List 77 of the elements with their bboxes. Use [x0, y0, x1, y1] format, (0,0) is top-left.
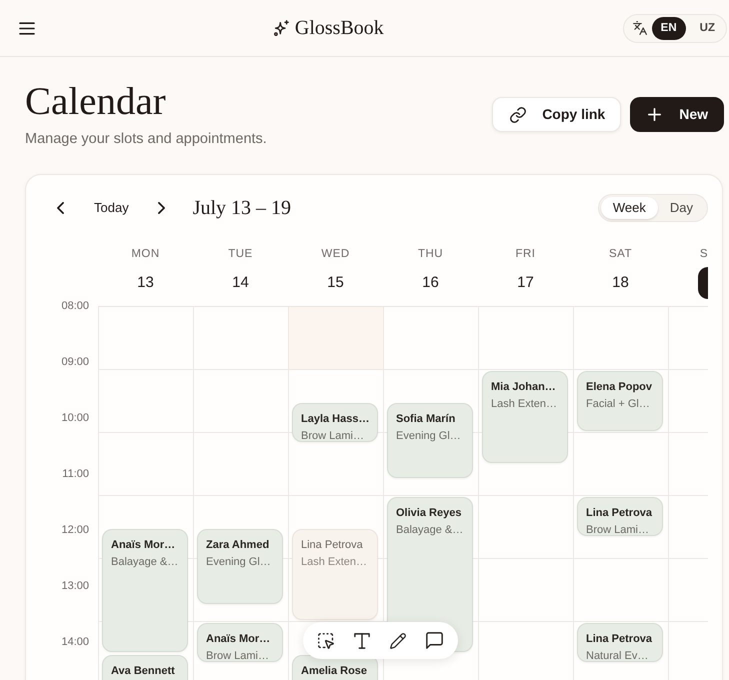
- day-date: 16: [422, 273, 439, 293]
- text-icon[interactable]: [354, 632, 370, 648]
- pencil-icon[interactable]: [390, 632, 406, 648]
- comment-icon[interactable]: [426, 632, 443, 649]
- client-name: Anaïs Mor…: [111, 538, 176, 552]
- view-tab[interactable]: Week: [600, 197, 658, 219]
- service-name: Lash Exten…: [301, 554, 368, 568]
- client-name: Elena Popov: [586, 380, 652, 394]
- appointment-card[interactable]: Lina Petrova Brow Lami…: [577, 497, 663, 536]
- chevron-left-icon: [56, 202, 64, 214]
- day-name: S: [700, 247, 708, 261]
- appointment-card[interactable]: Layla Hass… Brow Lami…: [292, 402, 378, 442]
- page-title: Calendar: [25, 80, 167, 123]
- appointment-card[interactable]: Sofia Marín Evening Gl…: [387, 402, 473, 478]
- service-name: Brow Lami…: [301, 428, 364, 441]
- appointment-card[interactable]: Lina Petrova Natural Ev…: [577, 623, 663, 662]
- time-label: 10:00: [61, 411, 89, 425]
- menu-icon[interactable]: [19, 22, 35, 34]
- service-name: Evening Gl…: [396, 428, 461, 442]
- time-label: 08:00: [61, 299, 89, 313]
- appointment-card[interactable]: Anaïs Mor… Brow Lami…: [197, 623, 283, 662]
- day-date: 14: [232, 273, 249, 293]
- client-name: Mia Johan…: [491, 380, 556, 394]
- chevron-right-icon: [158, 202, 166, 214]
- day-name: FRI: [516, 247, 536, 261]
- client-name: Lina Petrova: [586, 632, 652, 646]
- time-label: 13:00: [61, 579, 89, 593]
- client-name: Layla Hass…: [301, 412, 370, 426]
- day-name: SAT: [609, 247, 632, 261]
- view-tab[interactable]: Day: [658, 197, 705, 219]
- service-name: Brow Lami…: [206, 649, 269, 662]
- client-name: Ava Bennett: [111, 664, 175, 678]
- service-name: Balayage &…: [396, 523, 464, 537]
- day-date: 15: [327, 273, 344, 293]
- client-name: Olivia Reyes: [396, 506, 462, 520]
- new-button[interactable]: New: [630, 97, 724, 132]
- day-date: 13: [137, 273, 154, 293]
- language-option[interactable]: UZ: [690, 16, 724, 40]
- service-name: Natural Ev…: [586, 649, 648, 662]
- language-option[interactable]: EN: [652, 16, 686, 40]
- client-name: Sofia Marín: [396, 412, 456, 426]
- day-name: MON: [131, 247, 160, 261]
- day-name: THU: [418, 247, 443, 261]
- day-name: TUE: [228, 247, 253, 261]
- translate-icon: [632, 21, 647, 35]
- time-label: 11:00: [62, 467, 89, 481]
- today-button[interactable]: Today: [84, 194, 139, 222]
- appointment-card[interactable]: Elena Popov Facial + Gl…: [577, 371, 663, 431]
- selection-icon[interactable]: [318, 632, 334, 648]
- day-date: 18: [612, 273, 629, 293]
- service-name: Lash Exten…: [491, 397, 558, 411]
- brand-name: GlossBook: [294, 16, 384, 40]
- appointment-card[interactable]: Zara Ahmed Evening Gl…: [197, 528, 283, 604]
- plus-icon: [648, 108, 662, 121]
- client-name: Lina Petrova: [586, 506, 652, 520]
- sparkle-icon: [274, 20, 289, 36]
- day-date: 17: [517, 273, 534, 293]
- service-name: Balayage &…: [111, 554, 178, 568]
- page-subtitle: Manage your slots and appointments.: [25, 130, 267, 149]
- client-name: Lina Petrova: [301, 538, 363, 552]
- appointment-card[interactable]: Ava Bennett: [102, 654, 188, 680]
- time-label: 09:00: [61, 355, 89, 369]
- date-range-title: July 13 – 19: [192, 196, 292, 220]
- appointment-card[interactable]: Lina Petrova Lash Exten…: [292, 528, 378, 620]
- client-name: Anaïs Mor…: [206, 632, 270, 646]
- copy-link-button[interactable]: Copy link: [492, 97, 622, 132]
- client-name: Amelia Rose: [301, 664, 368, 678]
- link-icon: [510, 106, 526, 122]
- appointment-card[interactable]: Anaïs Mor… Balayage &…: [102, 528, 188, 652]
- client-name: Zara Ahmed: [206, 538, 270, 552]
- appointment-card[interactable]: Mia Johan… Lash Exten…: [482, 371, 568, 462]
- time-label: 12:00: [61, 523, 89, 537]
- service-name: Evening Gl…: [206, 554, 271, 568]
- day-name: WED: [321, 247, 350, 261]
- service-name: Facial + Gl…: [586, 397, 650, 411]
- service-name: Brow Lami…: [586, 523, 649, 536]
- time-label: 14:00: [61, 635, 89, 649]
